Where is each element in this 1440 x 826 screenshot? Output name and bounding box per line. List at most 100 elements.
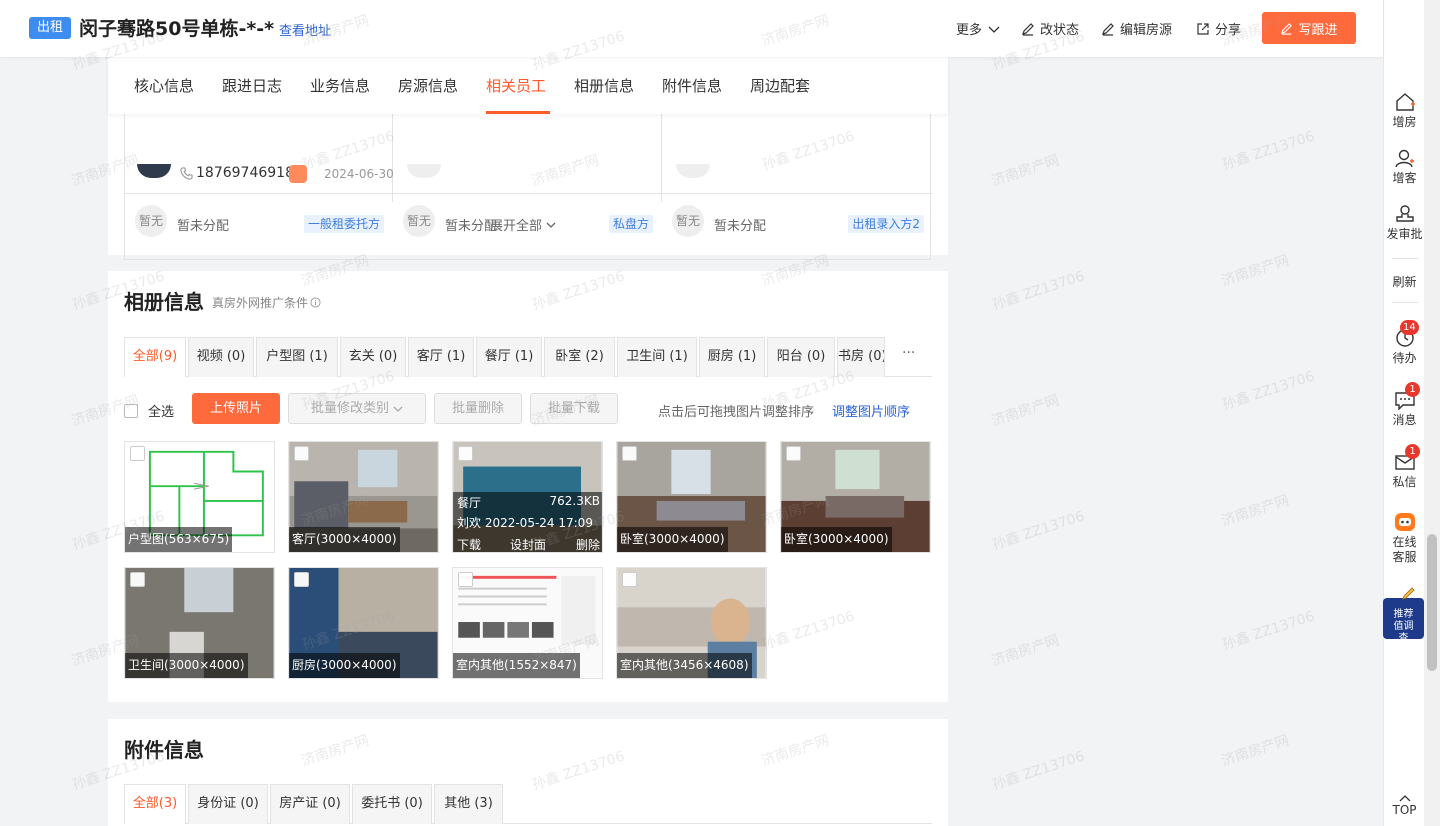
edit-listing-label: 编辑房源 <box>1120 23 1173 38</box>
photo-thumbnail[interactable]: 卧室(3000×4000) <box>780 441 931 553</box>
select-all-checkbox[interactable]: 全选 <box>124 401 174 420</box>
approval-button[interactable]: 发审批 <box>1384 204 1425 242</box>
tab-all[interactable]: 全部(9) <box>124 337 186 377</box>
batch-delete-button[interactable]: 批量删除 <box>434 393 522 424</box>
tab-entrance[interactable]: 玄关 (0) <box>340 337 406 377</box>
watermark-text: 孙鑫 ZZ13706 <box>990 508 1087 554</box>
photo-caption: 客厅(3000×4000) <box>289 527 400 552</box>
edit-listing-button[interactable]: 编辑房源 <box>1101 19 1172 38</box>
upload-photo-button[interactable]: 上传照片 <box>192 393 280 424</box>
approval-label: 发审批 <box>1386 227 1423 241</box>
edit-icon <box>1281 22 1293 35</box>
messages-button[interactable]: 消息 <box>1384 390 1425 428</box>
role-tag: 私盘方 <box>608 215 653 233</box>
photo-checkbox[interactable] <box>622 572 637 587</box>
watermark-text: 济南房产网 <box>989 392 1062 430</box>
staff-cell: 暂无 暂未分配 一般租委托方 <box>125 202 392 250</box>
share-button[interactable]: 分享 <box>1196 19 1241 38</box>
tab-followup-log[interactable]: 跟进日志 <box>222 75 282 96</box>
tab-id-card[interactable]: 身份证 (0) <box>188 784 268 824</box>
refresh-button[interactable]: 刷新 <box>1384 273 1425 290</box>
online-service-button[interactable]: 在线客服 <box>1384 510 1425 565</box>
attachment-tabs: 全部(3) 身份证 (0) 房产证 (0) 委托书 (0) 其他 (3) <box>124 784 932 824</box>
edit-icon <box>1022 22 1034 36</box>
tab-video[interactable]: 视频 (0) <box>188 337 254 377</box>
tab-bedroom[interactable]: 卧室 (2) <box>544 337 615 377</box>
user-plus-icon <box>1394 149 1414 168</box>
tab-mandate[interactable]: 委托书 (0) <box>352 784 432 824</box>
photo-thumbnail[interactable]: 卧室(3000×4000) <box>616 441 767 553</box>
photo-checkbox[interactable] <box>786 446 801 461</box>
private-message-button[interactable]: 私信 <box>1384 452 1425 490</box>
sort-hint: 点击后可拖拽图片调整排序 <box>658 405 815 420</box>
view-address-link[interactable]: 查看地址 <box>279 20 331 39</box>
chevron-up-icon <box>1399 795 1410 802</box>
tab-property-cert[interactable]: 房产证 (0) <box>270 784 350 824</box>
tab-all[interactable]: 全部(3) <box>124 784 186 824</box>
photo-category: 餐厅 <box>457 496 482 510</box>
expand-all-link[interactable]: 展开全部 <box>490 215 556 234</box>
tab-core-info[interactable]: 核心信息 <box>134 75 194 96</box>
tab-related-staff[interactable]: 相关员工 <box>486 75 546 96</box>
tab-study[interactable]: 书房 (0) <box>837 337 885 377</box>
photo-thumbnail[interactable]: 室内其他(1552×847) <box>452 567 603 679</box>
watermark-text: 济南房产网 <box>989 632 1062 670</box>
staff-phone[interactable]: 18769746918 <box>180 165 294 181</box>
recommend-survey-button[interactable]: 推荐值调查 <box>1383 598 1424 644</box>
back-to-top-button[interactable]: TOP <box>1384 794 1425 817</box>
batch-download-button[interactable]: 批量下载 <box>530 393 618 424</box>
photo-thumbnail[interactable]: 室内其他(3456×4608) <box>616 567 767 679</box>
adjust-order-link[interactable]: 调整图片顺序 <box>832 401 910 420</box>
add-client-button[interactable]: 增客 <box>1384 148 1425 186</box>
tab-attachment-info[interactable]: 附件信息 <box>662 75 722 96</box>
more-tabs-button[interactable]: ··· <box>902 345 915 361</box>
chat-icon[interactable] <box>289 165 307 183</box>
photo-checkbox[interactable] <box>130 572 145 587</box>
photo-thumbnail[interactable]: 厨房(3000×4000) <box>288 567 439 679</box>
photo-thumbnail[interactable]: 餐厅 762.3KB 刘欢 2022-05-24 17:09 下载 设封面 删除 <box>452 441 603 553</box>
watermark-text: 济南房产网 <box>1219 252 1292 290</box>
tab-kitchen[interactable]: 厨房 (1) <box>699 337 765 377</box>
album-subtitle[interactable]: 真房外网推广条件 <box>212 294 321 311</box>
delete-photo-button[interactable]: 删除 <box>576 536 600 552</box>
stamp-icon <box>1395 205 1414 222</box>
chevron-down-icon <box>988 26 1000 33</box>
photo-thumbnail[interactable]: 户型图(563×675) <box>124 441 275 553</box>
more-dropdown[interactable]: 更多 <box>956 19 1001 38</box>
tab-album-info[interactable]: 相册信息 <box>574 75 634 96</box>
tab-business-info[interactable]: 业务信息 <box>310 75 370 96</box>
write-followup-button[interactable]: 写跟进 <box>1262 12 1356 44</box>
tab-dining-room[interactable]: 餐厅 (1) <box>476 337 542 377</box>
page-title: 闵子骞路50号单栋-*-* <box>79 18 275 40</box>
info-icon <box>310 297 321 308</box>
photo-checkbox[interactable] <box>458 446 473 461</box>
set-cover-button[interactable]: 设封面 <box>510 536 546 552</box>
photo-checkbox[interactable] <box>130 446 145 461</box>
staff-cell: 暂无 暂未分配 出租录入方2 <box>662 202 932 250</box>
photo-thumbnail[interactable]: 客厅(3000×4000) <box>288 441 439 553</box>
download-photo-button[interactable]: 下载 <box>457 536 481 552</box>
album-section: 相册信息 真房外网推广条件 全部(9) 视频 (0) 户型图 (1) 玄关 (0… <box>108 271 948 702</box>
attachment-title: 附件信息 <box>124 738 204 762</box>
photo-checkbox[interactable] <box>458 572 473 587</box>
tab-other[interactable]: 其他 (3) <box>434 784 503 824</box>
batch-edit-category-button[interactable]: 批量修改类别 <box>288 393 426 424</box>
tab-listing-info[interactable]: 房源信息 <box>398 75 458 96</box>
staff-name: 暂未分配 <box>177 219 230 234</box>
scrollbar-track[interactable] <box>1424 0 1440 826</box>
photo-checkbox[interactable] <box>294 572 309 587</box>
photo-checkbox[interactable] <box>294 446 309 461</box>
photo-category-tabs: 全部(9) 视频 (0) 户型图 (1) 玄关 (0) 客厅 (1) 餐厅 (1… <box>124 337 932 377</box>
change-status-button[interactable]: 改状态 <box>1021 19 1079 38</box>
photo-caption: 厨房(3000×4000) <box>289 653 400 678</box>
tab-bathroom[interactable]: 卫生间 (1) <box>617 337 697 377</box>
photo-thumbnail[interactable]: 卫生间(3000×4000) <box>124 567 275 679</box>
add-house-button[interactable]: 增房 <box>1384 92 1425 130</box>
tab-balcony[interactable]: 阳台 (0) <box>767 337 835 377</box>
section-tabs: 核心信息 跟进日志 业务信息 房源信息 相关员工 相册信息 附件信息 周边配套 <box>108 57 948 114</box>
tab-surroundings[interactable]: 周边配套 <box>750 75 810 96</box>
photo-checkbox[interactable] <box>622 446 637 461</box>
scrollbar-thumb[interactable] <box>1427 534 1437 671</box>
tab-living-room[interactable]: 客厅 (1) <box>408 337 474 377</box>
tab-floorplan[interactable]: 户型图 (1) <box>256 337 338 377</box>
